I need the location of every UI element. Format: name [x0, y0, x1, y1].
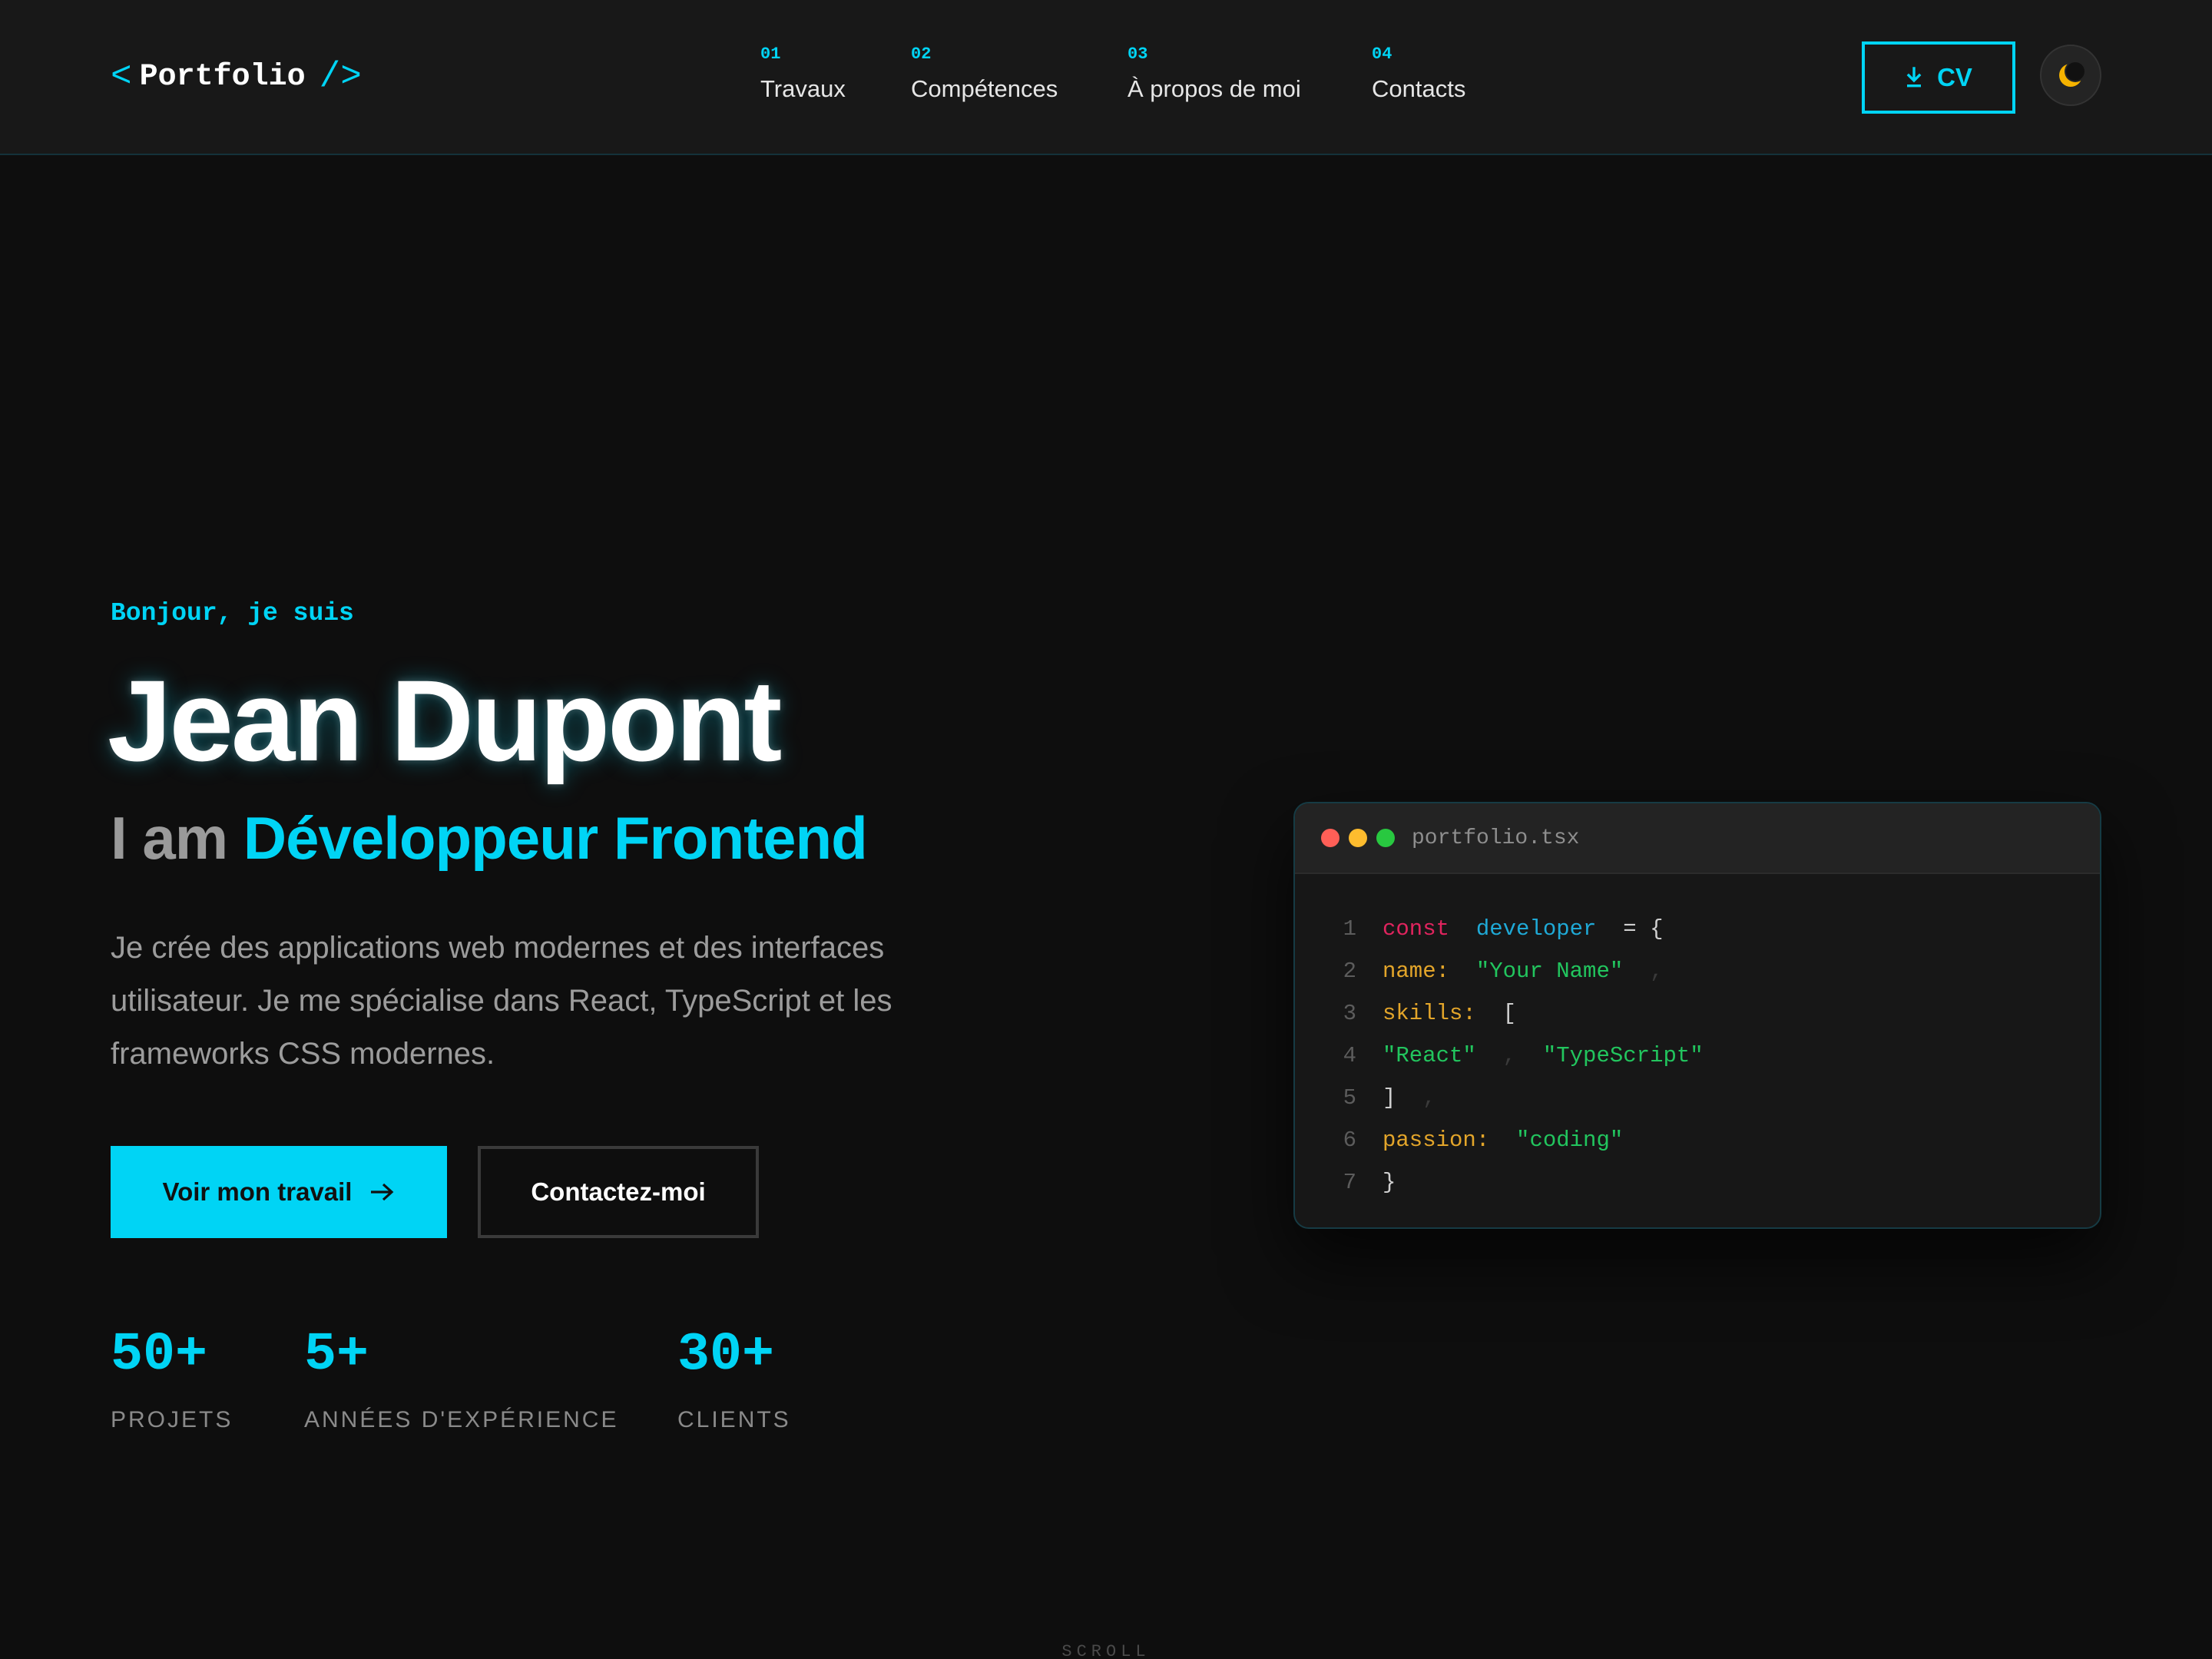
code-token: skills:: [1382, 1001, 1476, 1026]
download-cv-button[interactable]: CV: [1862, 41, 2015, 114]
theme-toggle-button[interactable]: [2040, 45, 2101, 106]
code-filename: portfolio.tsx: [1412, 826, 1580, 850]
line-number: 5: [1343, 1085, 1356, 1111]
logo-text: Portfolio: [139, 59, 306, 94]
stat-clients: 30+ CLIENTS: [677, 1321, 791, 1433]
code-text: }: [1382, 1170, 1396, 1195]
view-work-button[interactable]: Voir mon travail: [111, 1146, 447, 1238]
code-text: ] ,: [1382, 1085, 1436, 1111]
scroll-indicator: SCROLL: [1061, 1642, 1151, 1659]
nav-label: À propos de moi: [1128, 75, 1301, 102]
code-line: 1 const developer = {: [1295, 908, 2100, 950]
contact-me-label: Contactez-moi: [531, 1177, 706, 1206]
line-number: 7: [1343, 1170, 1356, 1195]
code-window-titlebar: portfolio.tsx: [1295, 803, 2100, 874]
code-text: skills: [: [1382, 1001, 1516, 1026]
code-token: const: [1382, 916, 1450, 942]
hero-role: I am Développeur Frontend: [111, 803, 868, 873]
nav-item-travaux[interactable]: 01 Travaux: [760, 45, 846, 103]
nav-label: Travaux: [760, 75, 846, 102]
nav-item-a-propos[interactable]: 03 À propos de moi: [1128, 45, 1301, 103]
line-number: 1: [1343, 916, 1356, 942]
code-token: "React": [1382, 1043, 1476, 1068]
code-token: passion:: [1382, 1128, 1490, 1153]
stat-label: CLIENTS: [677, 1407, 791, 1432]
logo[interactable]: < Portfolio />: [111, 55, 362, 98]
download-icon: [1906, 67, 1922, 88]
code-line: 2 name: "Your Name" ,: [1295, 950, 2100, 992]
code-token: "TypeScript": [1542, 1043, 1704, 1068]
code-token: ,: [1475, 1043, 1543, 1068]
code-text: name: "Your Name" ,: [1382, 959, 1663, 984]
code-token: [: [1475, 1001, 1517, 1026]
code-token: ,: [1623, 959, 1664, 984]
nav-item-competences[interactable]: 02 Compétences: [911, 45, 1058, 103]
code-body: 1 const developer = { 2 name: "Your Name" ,…: [1295, 908, 2100, 1204]
nav-number: 03: [1128, 45, 1148, 64]
code-line: 6 passion: "coding": [1295, 1119, 2100, 1161]
stat-projects: 50+ PROJETS: [111, 1321, 233, 1433]
code-window: portfolio.tsx 1 const developer = { 2 name:…: [1293, 802, 2101, 1229]
line-number: 4: [1343, 1043, 1356, 1068]
code-token: "Your Name": [1475, 959, 1624, 984]
code-token: name:: [1382, 959, 1450, 984]
line-number: 6: [1343, 1128, 1356, 1153]
code-text: const developer = {: [1382, 916, 1663, 942]
code-line: 3 skills: [: [1295, 992, 2100, 1035]
code-token: = {: [1596, 916, 1664, 942]
contact-me-button[interactable]: Contactez-moi: [478, 1146, 759, 1238]
cv-label: CV: [1937, 63, 1972, 91]
code-token: "coding": [1516, 1128, 1624, 1153]
logo-close-bracket: />: [319, 57, 362, 97]
hero-description: Je crée des applications web modernes et…: [111, 931, 892, 1071]
code-line: 4 "React" , "TypeScript": [1295, 1035, 2100, 1077]
logo-open-bracket: <: [111, 57, 132, 97]
close-dot-icon: [1321, 829, 1339, 847]
maximize-dot-icon: [1376, 829, 1395, 847]
stat-label: PROJETS: [111, 1407, 233, 1432]
greeting: Bonjour, je suis: [111, 599, 354, 628]
minimize-dot-icon: [1349, 829, 1367, 847]
stat-experience: 5+ ANNÉES D'EXPÉRIENCE: [304, 1321, 619, 1433]
stat-value: 50+: [111, 1325, 208, 1386]
stat-value: 30+: [677, 1325, 775, 1386]
code-line: 5] ,: [1295, 1077, 2100, 1119]
view-work-label: Voir mon travail: [162, 1177, 353, 1206]
code-token: }: [1382, 1170, 1396, 1195]
nav-item-contacts[interactable]: 04 Contacts: [1372, 45, 1465, 103]
stat-value: 5+: [304, 1325, 369, 1386]
role-highlight: Développeur Frontend: [243, 804, 868, 872]
code-token: ]: [1382, 1085, 1396, 1111]
code-token: ,: [1396, 1085, 1436, 1111]
nav-label: Compétences: [911, 75, 1058, 102]
code-line: 7}: [1295, 1161, 2100, 1204]
role-prefix: I am: [111, 804, 228, 872]
arrow-right-icon: [371, 1183, 394, 1201]
nav-number: 01: [760, 45, 781, 64]
stat-label: ANNÉES D'EXPÉRIENCE: [304, 1407, 619, 1432]
moon-icon: [2059, 61, 2086, 87]
hero-name: Jean Dupont: [108, 656, 782, 785]
nav-number: 04: [1372, 45, 1392, 64]
site-header: < Portfolio /> 01 Travaux 02 Compétences…: [0, 0, 2212, 155]
nav-label: Contacts: [1372, 75, 1466, 102]
code-text: "React" , "TypeScript": [1382, 1043, 1704, 1068]
line-number: 2: [1343, 959, 1356, 984]
code-text: passion: "coding": [1382, 1128, 1623, 1153]
nav-number: 02: [911, 45, 932, 64]
code-token: developer: [1475, 916, 1597, 942]
line-number: 3: [1343, 1001, 1356, 1026]
